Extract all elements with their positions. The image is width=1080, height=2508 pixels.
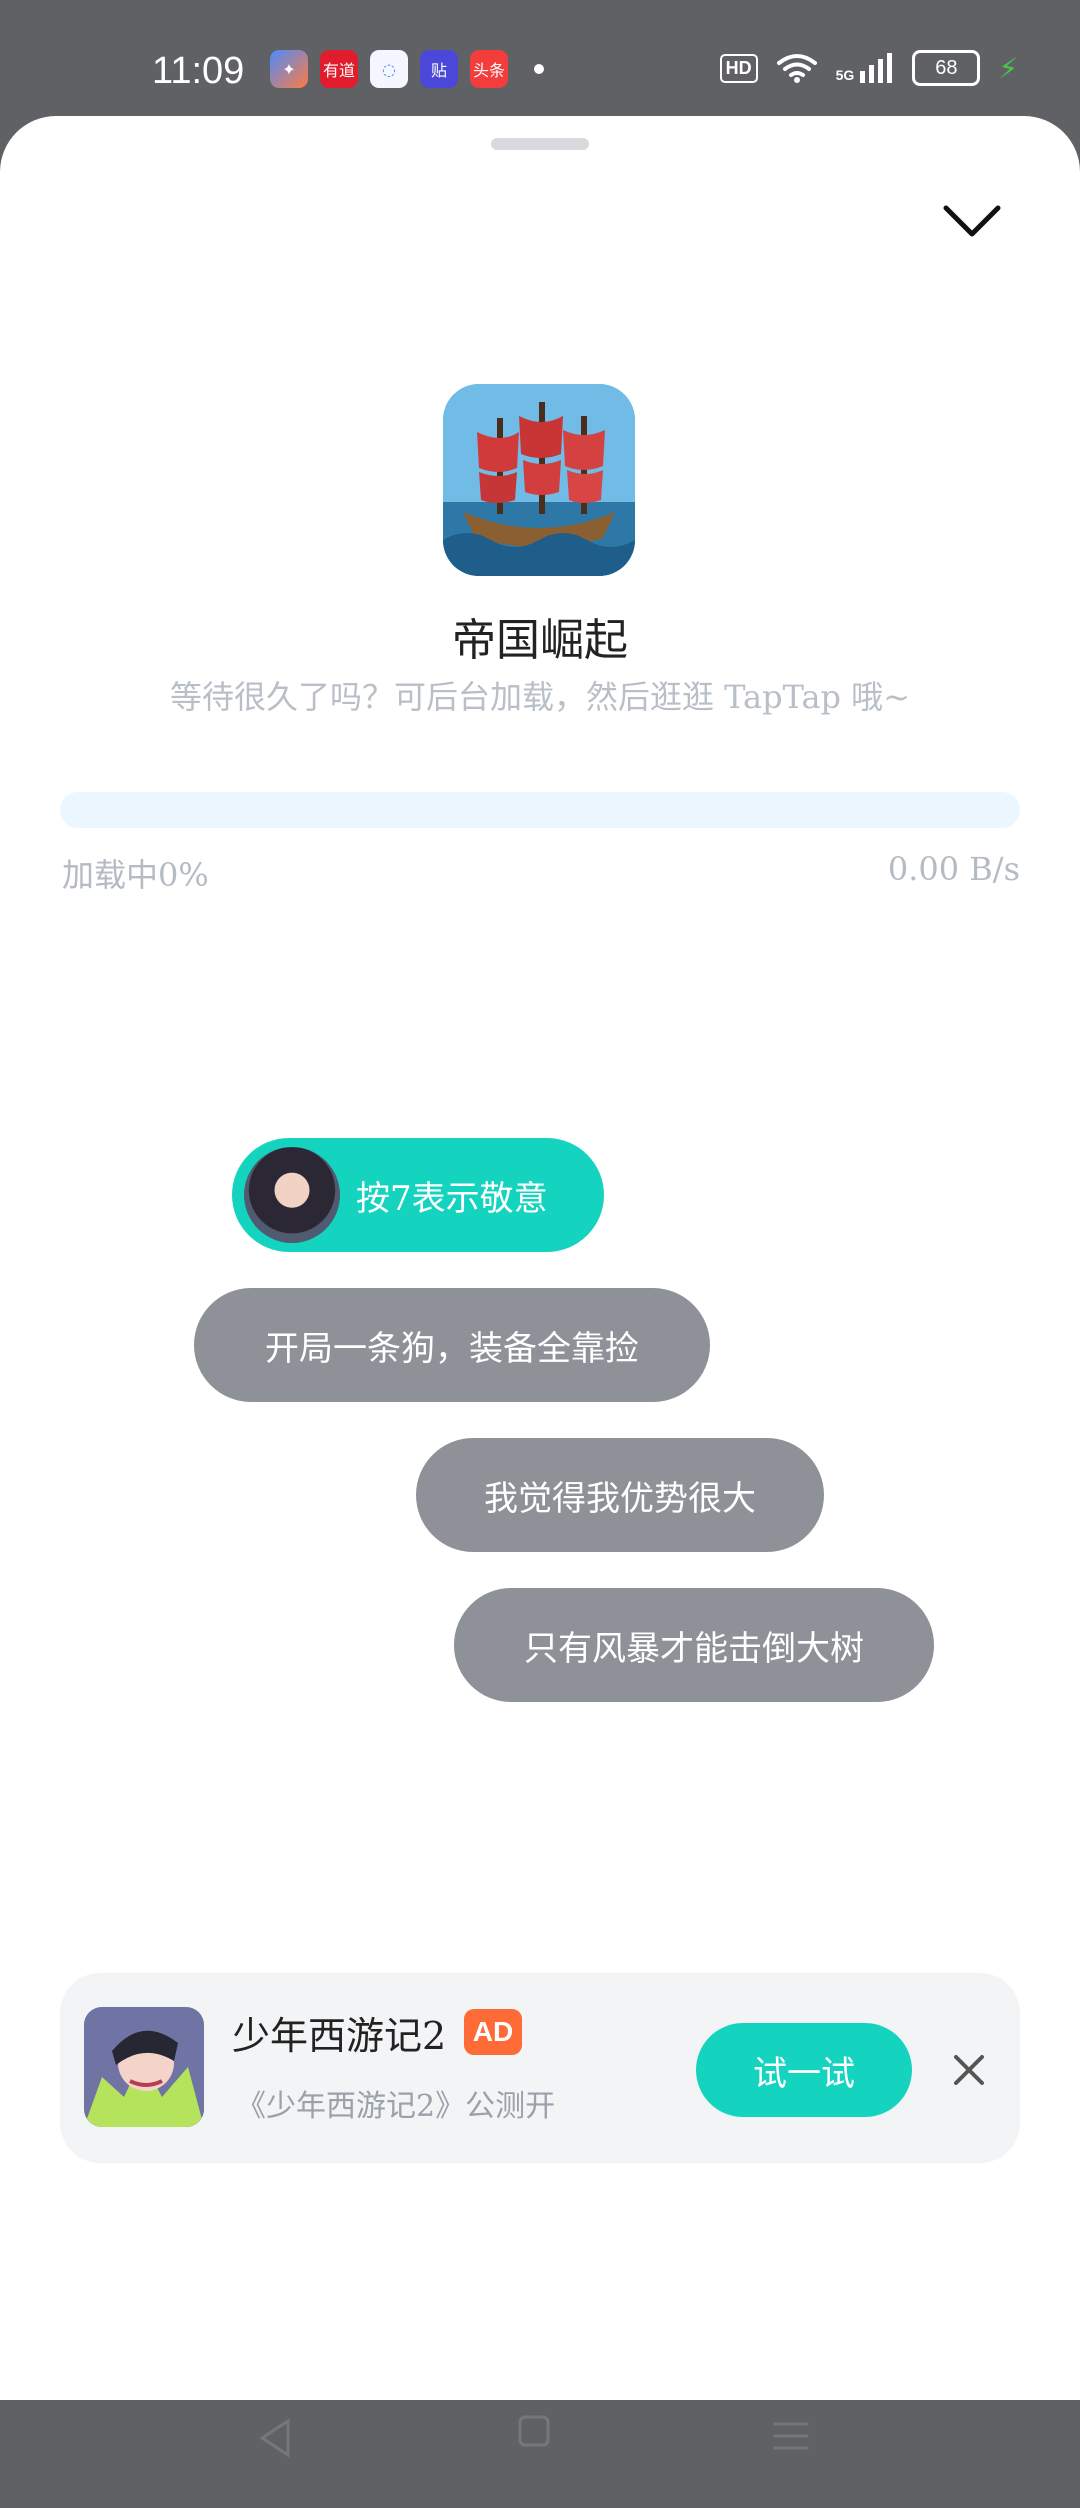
drag-handle[interactable] (491, 138, 589, 150)
status-bar: 11:09 ✦ 有道 ◌ 贴 头条 HD 5G 68 ⚡ (0, 0, 1080, 120)
loading-percent-text: 加载中0% (62, 856, 209, 894)
collapse-chevron-icon[interactable] (940, 190, 1004, 254)
character-portrait (84, 2007, 204, 2127)
ad-title: 少年西游记2 (232, 2014, 447, 2058)
ship-illustration (443, 384, 635, 576)
menu-lines-icon[interactable] (771, 2416, 811, 2456)
danmaku-bubble-featured[interactable]: 按7表示敬意 (232, 1138, 604, 1252)
loading-tip: 等待很久了吗？可后台加载，然后逛逛 TapTap 哦~ (169, 678, 910, 716)
ad-subtitle: 《少年西游记2》公测开 (236, 2089, 556, 2124)
game-title: 帝国崛起 (452, 615, 628, 666)
bubble-text: 我觉得我优势很大 (484, 1478, 756, 1519)
system-status: HD 5G 68 ⚡ (719, 50, 1018, 86)
system-nav-bar (0, 2396, 1080, 2508)
status-time: 11:09 (152, 50, 245, 92)
app-icon-1: ✦ (270, 50, 308, 88)
hd-label: HD (719, 53, 758, 83)
cellular-signal: 5G (836, 53, 895, 83)
bubble-text: 按7表示敬意 (356, 1178, 548, 1219)
danmaku-bubble[interactable]: 只有风暴才能击倒大树 (454, 1588, 934, 1702)
download-speed-text: 0.00 B/s (887, 850, 1020, 888)
game-icon (443, 384, 635, 576)
youdao-app-icon: 有道 (320, 50, 358, 88)
bubble-avatar (244, 1147, 340, 1243)
wifi-icon (776, 54, 817, 83)
ad-thumbnail (84, 2007, 204, 2127)
bubble-text: 开局一条狗，装备全靠捡 (265, 1328, 639, 1369)
toutiao-app-icon: 头条 (470, 50, 508, 88)
charging-bolt-icon: ⚡ (998, 51, 1018, 85)
try-button[interactable]: 试一试 (696, 2023, 912, 2117)
loading-sheet: 帝国崛起 等待很久了吗？可后台加载，然后逛逛 TapTap 哦~ 加载中0% 0… (0, 116, 1080, 2458)
ad-card[interactable]: 少年西游记2 AD 《少年西游记2》公测开 试一试 (60, 1973, 1020, 2163)
danmaku-bubble[interactable]: 我觉得我优势很大 (416, 1438, 824, 1552)
bubble-text: 只有风暴才能击倒大树 (524, 1628, 864, 1669)
tieba-app-icon: 贴 (420, 50, 458, 88)
app-icon-3: ◌ (370, 50, 408, 88)
back-triangle-icon[interactable] (254, 2416, 296, 2460)
loading-progress-bar (60, 792, 1020, 828)
close-icon[interactable] (944, 2045, 994, 2095)
danmaku-bubble[interactable]: 开局一条狗，装备全靠捡 (194, 1288, 710, 1402)
ad-badge: AD (464, 2009, 522, 2055)
home-square-icon[interactable] (517, 2414, 551, 2448)
more-notifications-dot (534, 64, 544, 74)
signal-bars-icon (860, 53, 893, 83)
network-label: 5G (835, 67, 855, 83)
battery-indicator: 68 (912, 50, 981, 86)
notification-icons: ✦ 有道 ◌ 贴 头条 (270, 50, 544, 88)
